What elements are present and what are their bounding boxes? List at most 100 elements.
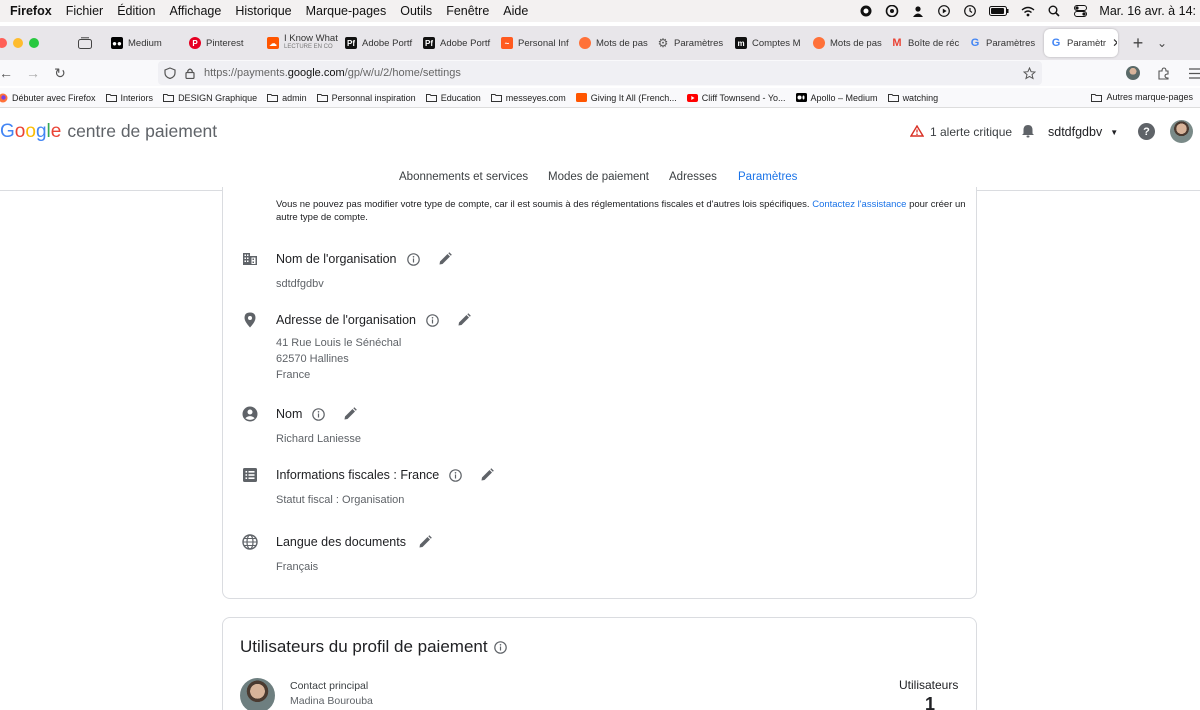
bookmark-label: Débuter avec Firefox [12,92,96,103]
zoom-window-button[interactable] [29,38,39,48]
info-icon[interactable] [312,407,326,421]
bookmark-folder[interactable]: Education [425,93,481,103]
bookmark-item[interactable]: Cliff Townsend - Yo... [686,93,786,103]
list-all-tabs-icon[interactable]: ⌄ [1157,36,1167,50]
shield-icon[interactable] [164,67,176,79]
edit-pencil-icon[interactable] [438,252,452,266]
edit-pencil-icon[interactable] [457,313,471,327]
tab-settings-firefox[interactable]: ⚙ Paramètres [651,29,729,57]
menu-app-name[interactable]: Firefox [10,4,52,18]
tab-label: I Know What [284,33,338,44]
bookmark-item[interactable]: Débuter avec Firefox [0,93,96,103]
play-icon[interactable] [937,4,951,18]
tab-settings[interactable]: Paramètres [738,171,798,191]
menu-bookmarks[interactable]: Marque-pages [306,4,387,18]
bookmark-label: admin [282,92,307,103]
tab-i-know-what[interactable]: ☁ I Know What LECTURE EN CO [261,29,339,57]
address-line-3: France [276,369,311,381]
forward-arrow-icon[interactable]: → [24,64,42,82]
tab-medium[interactable]: ●● Medium [105,29,183,57]
url-text: https://payments.google.com/gp/w/u/2/hom… [204,67,461,79]
spotlight-search-icon[interactable] [1047,4,1061,18]
notice-text: Vous ne pouvez pas modifier votre type d… [276,199,813,210]
account-switcher[interactable]: sdtdfgdbv ▼ [1048,125,1118,139]
tab-addresses[interactable]: Adresses [669,171,717,183]
tab-pinterest[interactable]: P Pinterest [183,29,261,57]
time-machine-icon[interactable] [963,4,977,18]
menubar-clock[interactable]: Mar. 16 avr. à 14: [1099,4,1196,18]
control-center-icon[interactable] [1073,4,1087,18]
soundcloud-icon: ☁ [267,37,279,49]
folder-icon [267,93,279,103]
bookmark-folder[interactable]: DESIGN Graphique [163,93,257,103]
tab-subscriptions[interactable]: Abonnements et services [399,171,528,183]
menu-window[interactable]: Fenêtre [446,4,489,18]
tab-adobe-portfolio-1[interactable]: Pf Adobe Portf [339,29,417,57]
bookmark-item[interactable]: Apollo – Medium [795,93,878,103]
bookmark-folder[interactable]: watching [887,93,938,103]
close-window-button[interactable] [0,38,7,48]
tab-google-settings-active[interactable]: G Paramètr ✕ [1044,29,1118,57]
record-icon[interactable] [859,4,873,18]
tab-passwords-2[interactable]: Mots de pas [807,29,885,57]
tab-label: Medium [128,37,162,49]
help-icon[interactable]: ? [1138,123,1155,140]
tab-passwords-1[interactable]: Mots de pas [573,29,651,57]
close-tab-icon[interactable]: ✕ [1112,36,1117,50]
creative-cloud-icon[interactable] [885,4,899,18]
tab-personal-info[interactable]: ~ Personal Inf [495,29,573,57]
menu-tools[interactable]: Outils [400,4,432,18]
bookmark-label: Personnal inspiration [331,92,416,103]
edit-pencil-icon[interactable] [418,535,432,549]
tab-label: Paramètr [1067,37,1107,49]
bookmark-folder[interactable]: messeyes.com [490,93,566,103]
folder-icon [490,93,502,103]
section-title: Nom [276,407,303,421]
other-bookmarks-folder[interactable]: Autres marque-pages [1091,92,1193,102]
critical-alert-button[interactable]: 1 alerte critique [909,121,1036,143]
bookmark-star-icon[interactable] [1023,66,1036,80]
tab-label: Mots de pas [596,37,648,49]
tab-google-settings[interactable]: G Paramètres [963,29,1041,57]
lock-icon[interactable] [184,67,196,79]
tab-payment-methods[interactable]: Modes de paiement [548,171,649,183]
behance-icon: ~ [501,37,513,49]
info-icon[interactable] [449,468,463,482]
bell-icon[interactable] [1020,123,1036,142]
info-icon[interactable] [426,313,439,327]
info-icon[interactable] [406,252,420,266]
tab-overview-icon[interactable] [75,33,95,53]
reload-icon[interactable]: ↻ [51,64,69,82]
profile-avatar[interactable] [1170,120,1193,143]
bookmark-folder[interactable]: Interiors [105,93,153,103]
menu-help[interactable]: Aide [503,4,528,18]
extensions-icon[interactable] [1154,64,1172,82]
hamburger-menu-icon[interactable] [1186,64,1200,82]
firefox-account-avatar[interactable] [1126,66,1140,80]
tab-gmail[interactable]: M Boîte de réc [885,29,963,57]
battery-icon[interactable] [989,4,1009,18]
google-logo[interactable]: Google centre de paiement [0,121,217,143]
back-arrow-icon[interactable]: ← [0,64,15,82]
contact-support-link[interactable]: Contactez l'assistance [812,199,906,210]
wifi-icon[interactable] [1021,4,1035,18]
bookmark-folder[interactable]: admin [267,93,307,103]
menu-file[interactable]: Fichier [66,4,104,18]
address-bar[interactable]: https://payments.google.com/gp/w/u/2/hom… [158,61,1042,85]
edit-pencil-icon[interactable] [343,407,358,421]
users-count[interactable]: 1 [925,694,935,710]
tab-adobe-portfolio-2[interactable]: Pf Adobe Portf [417,29,495,57]
minimize-window-button[interactable] [13,38,23,48]
bookmark-folder[interactable]: Personnal inspiration [316,92,416,103]
menu-view[interactable]: Affichage [169,4,221,18]
menu-edit[interactable]: Édition [117,4,155,18]
info-icon[interactable] [493,640,507,654]
user-icon[interactable] [911,4,925,18]
new-tab-button[interactable]: + [1127,33,1149,54]
edit-pencil-icon[interactable] [480,468,495,482]
tab-accounts[interactable]: m Comptes M [729,29,807,57]
menu-history[interactable]: Historique [235,4,291,18]
bookmark-item[interactable]: Giving It All (French... [575,93,677,103]
bookmark-label: DESIGN Graphique [178,92,258,103]
adobe-portfolio-icon: Pf [423,37,435,49]
